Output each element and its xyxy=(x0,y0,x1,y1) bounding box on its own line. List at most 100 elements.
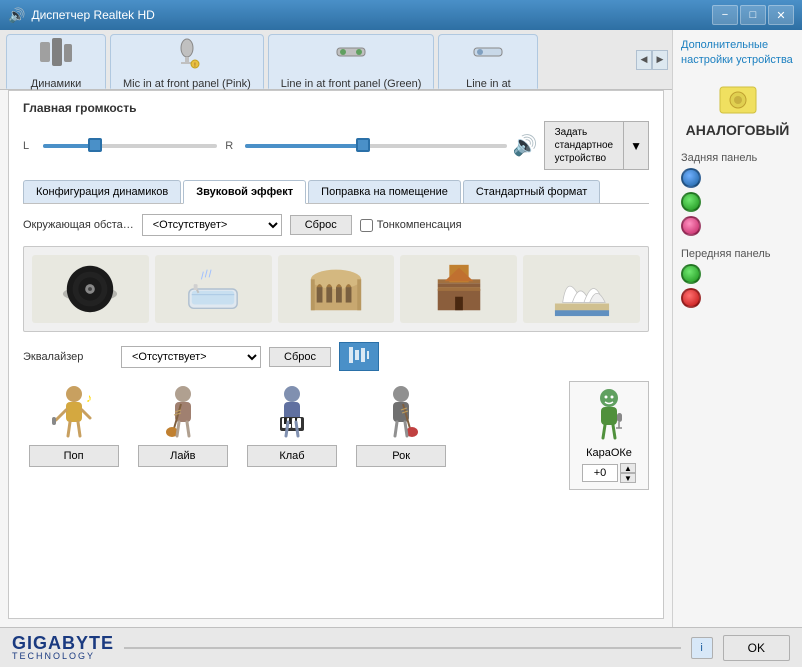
main-container: Динамики ! Mic in at front panel (Pink) xyxy=(0,30,802,627)
logo-bottom: TECHNOLOGY xyxy=(12,652,114,661)
jack-red-row xyxy=(681,288,794,308)
default-device-label[interactable]: Задать стандартное устройство xyxy=(544,121,624,170)
jack-blue[interactable] xyxy=(681,168,701,188)
karaoke-spinner: ▲ ▼ xyxy=(582,463,636,483)
jack-green[interactable] xyxy=(681,192,701,212)
gigabyte-logo: GIGABYTE TECHNOLOGY xyxy=(12,634,114,661)
eq-label: Эквалайзер xyxy=(23,351,113,363)
env-select[interactable]: <Отсутствует> xyxy=(142,214,282,236)
analog-title: АНАЛОГОВЫЙ xyxy=(681,122,794,138)
volume-slider-r[interactable] xyxy=(245,144,506,148)
svg-text:♪: ♪ xyxy=(86,391,92,405)
toncomp-label: Тонкомпенсация xyxy=(360,219,462,232)
tab-sound-fx[interactable]: Звуковой эффект xyxy=(183,180,306,204)
analog-icon xyxy=(718,85,758,115)
titlebar: 🔊 Диспетчер Realtek HD − □ ✕ xyxy=(0,0,802,30)
tab-line-front-label: Line in at front panel (Green) xyxy=(281,78,422,90)
karaoke-up-button[interactable]: ▲ xyxy=(620,463,636,473)
karaoke-label: КараОКе xyxy=(586,447,632,459)
jack-green2-row xyxy=(681,264,794,284)
tab-mic-front-label: Mic in at front panel (Pink) xyxy=(123,78,251,90)
info-button[interactable]: i xyxy=(691,637,713,659)
default-device-button[interactable]: Задать стандартное устройство ▼ xyxy=(544,121,649,170)
scene-opera[interactable] xyxy=(523,255,640,323)
rock-icon xyxy=(366,381,436,441)
eq-reset-button[interactable]: Сброс xyxy=(269,347,331,367)
tab-standard-format[interactable]: Стандартный формат xyxy=(463,180,600,203)
char-pop: ♪ Поп xyxy=(23,381,124,467)
char-live: Лайв xyxy=(132,381,233,467)
right-panel: Дополнительные настройки устройства АНАЛ… xyxy=(672,30,802,627)
titlebar-title: Диспетчер Realtek HD xyxy=(31,8,712,22)
tab-nav-left[interactable]: ◀ xyxy=(636,50,652,70)
vol-label-r: R xyxy=(225,140,237,152)
char-rock: Рок xyxy=(351,381,452,467)
tab-nav-right[interactable]: ▶ xyxy=(652,50,668,70)
front-panel-title: Передняя панель xyxy=(681,248,794,260)
settings-link[interactable]: Дополнительные настройки устройства xyxy=(681,38,794,69)
club-button[interactable]: Клаб xyxy=(247,445,337,467)
tab-bar: Динамики ! Mic in at front panel (Pink) xyxy=(0,30,672,90)
jack-pink[interactable] xyxy=(681,216,701,236)
jack-green-row xyxy=(681,192,794,212)
tab-dynamics[interactable]: Динамики xyxy=(6,34,106,89)
line-front-icon xyxy=(333,34,369,76)
tab-line-in-label: Line in at xyxy=(466,78,511,90)
env-label: Окружающая обста… xyxy=(23,219,134,231)
volume-icon[interactable]: 🔊 xyxy=(513,133,538,158)
logo-top: GIGABYTE xyxy=(12,634,114,652)
char-club: Клаб xyxy=(241,381,342,467)
scene-vinyl[interactable] xyxy=(32,255,149,323)
spinner-buttons: ▲ ▼ xyxy=(620,463,636,483)
footer-divider xyxy=(124,647,681,649)
titlebar-controls: − □ ✕ xyxy=(712,5,794,25)
dynamics-icon xyxy=(38,34,74,76)
eq-grid-button[interactable] xyxy=(339,342,379,371)
inner-tabs: Конфигурация динамиков Звуковой эффект П… xyxy=(23,180,649,204)
volume-slider[interactable] xyxy=(43,144,217,148)
back-panel-title: Задняя панель xyxy=(681,152,794,164)
jack-blue-row xyxy=(681,168,794,188)
eq-row: Эквалайзер <Отсутствует> Сброс xyxy=(23,342,649,371)
tab-nav: ◀ ▶ xyxy=(636,30,668,89)
line-in-icon xyxy=(470,34,506,76)
scene-grid xyxy=(23,246,649,332)
pop-icon: ♪ xyxy=(39,381,109,441)
close-button[interactable]: ✕ xyxy=(768,5,794,25)
volume-title: Главная громкость xyxy=(23,101,649,115)
scene-logs[interactable] xyxy=(400,255,517,323)
karaoke-cell: КараОКе ▲ ▼ xyxy=(569,381,649,490)
scene-bath[interactable] xyxy=(155,255,272,323)
tab-room-correction[interactable]: Поправка на помещение xyxy=(308,180,461,203)
live-icon xyxy=(148,381,218,441)
karaoke-down-button[interactable]: ▼ xyxy=(620,473,636,483)
toncomp-checkbox[interactable] xyxy=(360,219,373,232)
karaoke-value-input[interactable] xyxy=(582,464,618,482)
karaoke-box: КараОКе ▲ ▼ xyxy=(569,381,649,490)
rock-button[interactable]: Рок xyxy=(356,445,446,467)
scene-colosseum[interactable] xyxy=(278,255,395,323)
tab-mic-front[interactable]: ! Mic in at front panel (Pink) xyxy=(110,34,264,89)
left-panel: Динамики ! Mic in at front panel (Pink) xyxy=(0,30,672,627)
default-device-arrow[interactable]: ▼ xyxy=(623,121,649,170)
jack-front-green[interactable] xyxy=(681,264,701,284)
maximize-button[interactable]: □ xyxy=(740,5,766,25)
ok-button[interactable]: OK xyxy=(723,635,790,661)
club-icon xyxy=(257,381,327,441)
tab-line-in[interactable]: Line in at xyxy=(438,34,538,89)
content-area: Главная громкость L R � xyxy=(8,90,664,619)
mic-front-icon: ! xyxy=(169,34,205,76)
jack-front-red[interactable] xyxy=(681,288,701,308)
pop-button[interactable]: Поп xyxy=(29,445,119,467)
footer: GIGABYTE TECHNOLOGY i OK xyxy=(0,627,802,667)
volume-section: Главная громкость L R � xyxy=(23,101,649,170)
jack-pink-row xyxy=(681,216,794,236)
app-icon: 🔊 xyxy=(8,7,25,24)
tab-speaker-config[interactable]: Конфигурация динамиков xyxy=(23,180,181,203)
tab-dynamics-label: Динамики xyxy=(31,78,81,90)
tab-line-front[interactable]: Line in at front panel (Green) xyxy=(268,34,435,89)
env-reset-button[interactable]: Сброс xyxy=(290,215,352,235)
minimize-button[interactable]: − xyxy=(712,5,738,25)
live-button[interactable]: Лайв xyxy=(138,445,228,467)
eq-select[interactable]: <Отсутствует> xyxy=(121,346,261,368)
